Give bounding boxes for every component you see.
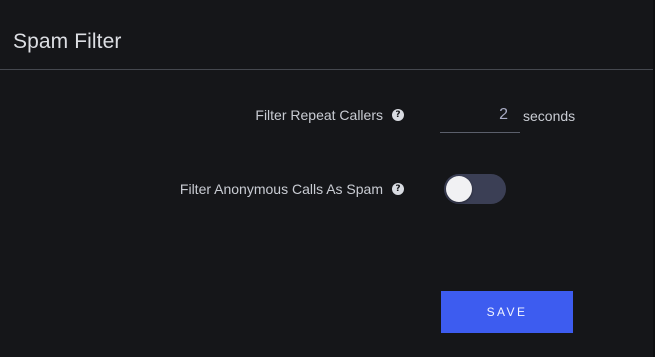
spam-filter-panel: Spam Filter Filter Repeat Callers ? 2 se… [0,0,655,357]
seconds-unit-label: seconds [523,108,576,124]
panel-header: Spam Filter [0,0,653,70]
repeat-callers-seconds-input[interactable]: 2 [440,103,520,133]
question-circle-icon[interactable]: ? [392,183,404,195]
anonymous-calls-label: Filter Anonymous Calls As Spam [179,181,383,197]
anonymous-calls-row-label: Filter Anonymous Calls As Spam ? [180,181,404,197]
anonymous-calls-toggle[interactable] [444,174,506,204]
repeat-callers-label: Filter Repeat Callers [255,107,383,123]
page-title: Spam Filter [13,30,122,53]
repeat-callers-row-label: Filter Repeat Callers ? [255,107,404,123]
save-button[interactable]: SAVE [441,291,573,333]
question-circle-icon[interactable]: ? [392,109,404,121]
repeat-callers-seconds-value[interactable]: 2 [499,106,508,124]
toggle-knob[interactable] [446,176,472,202]
